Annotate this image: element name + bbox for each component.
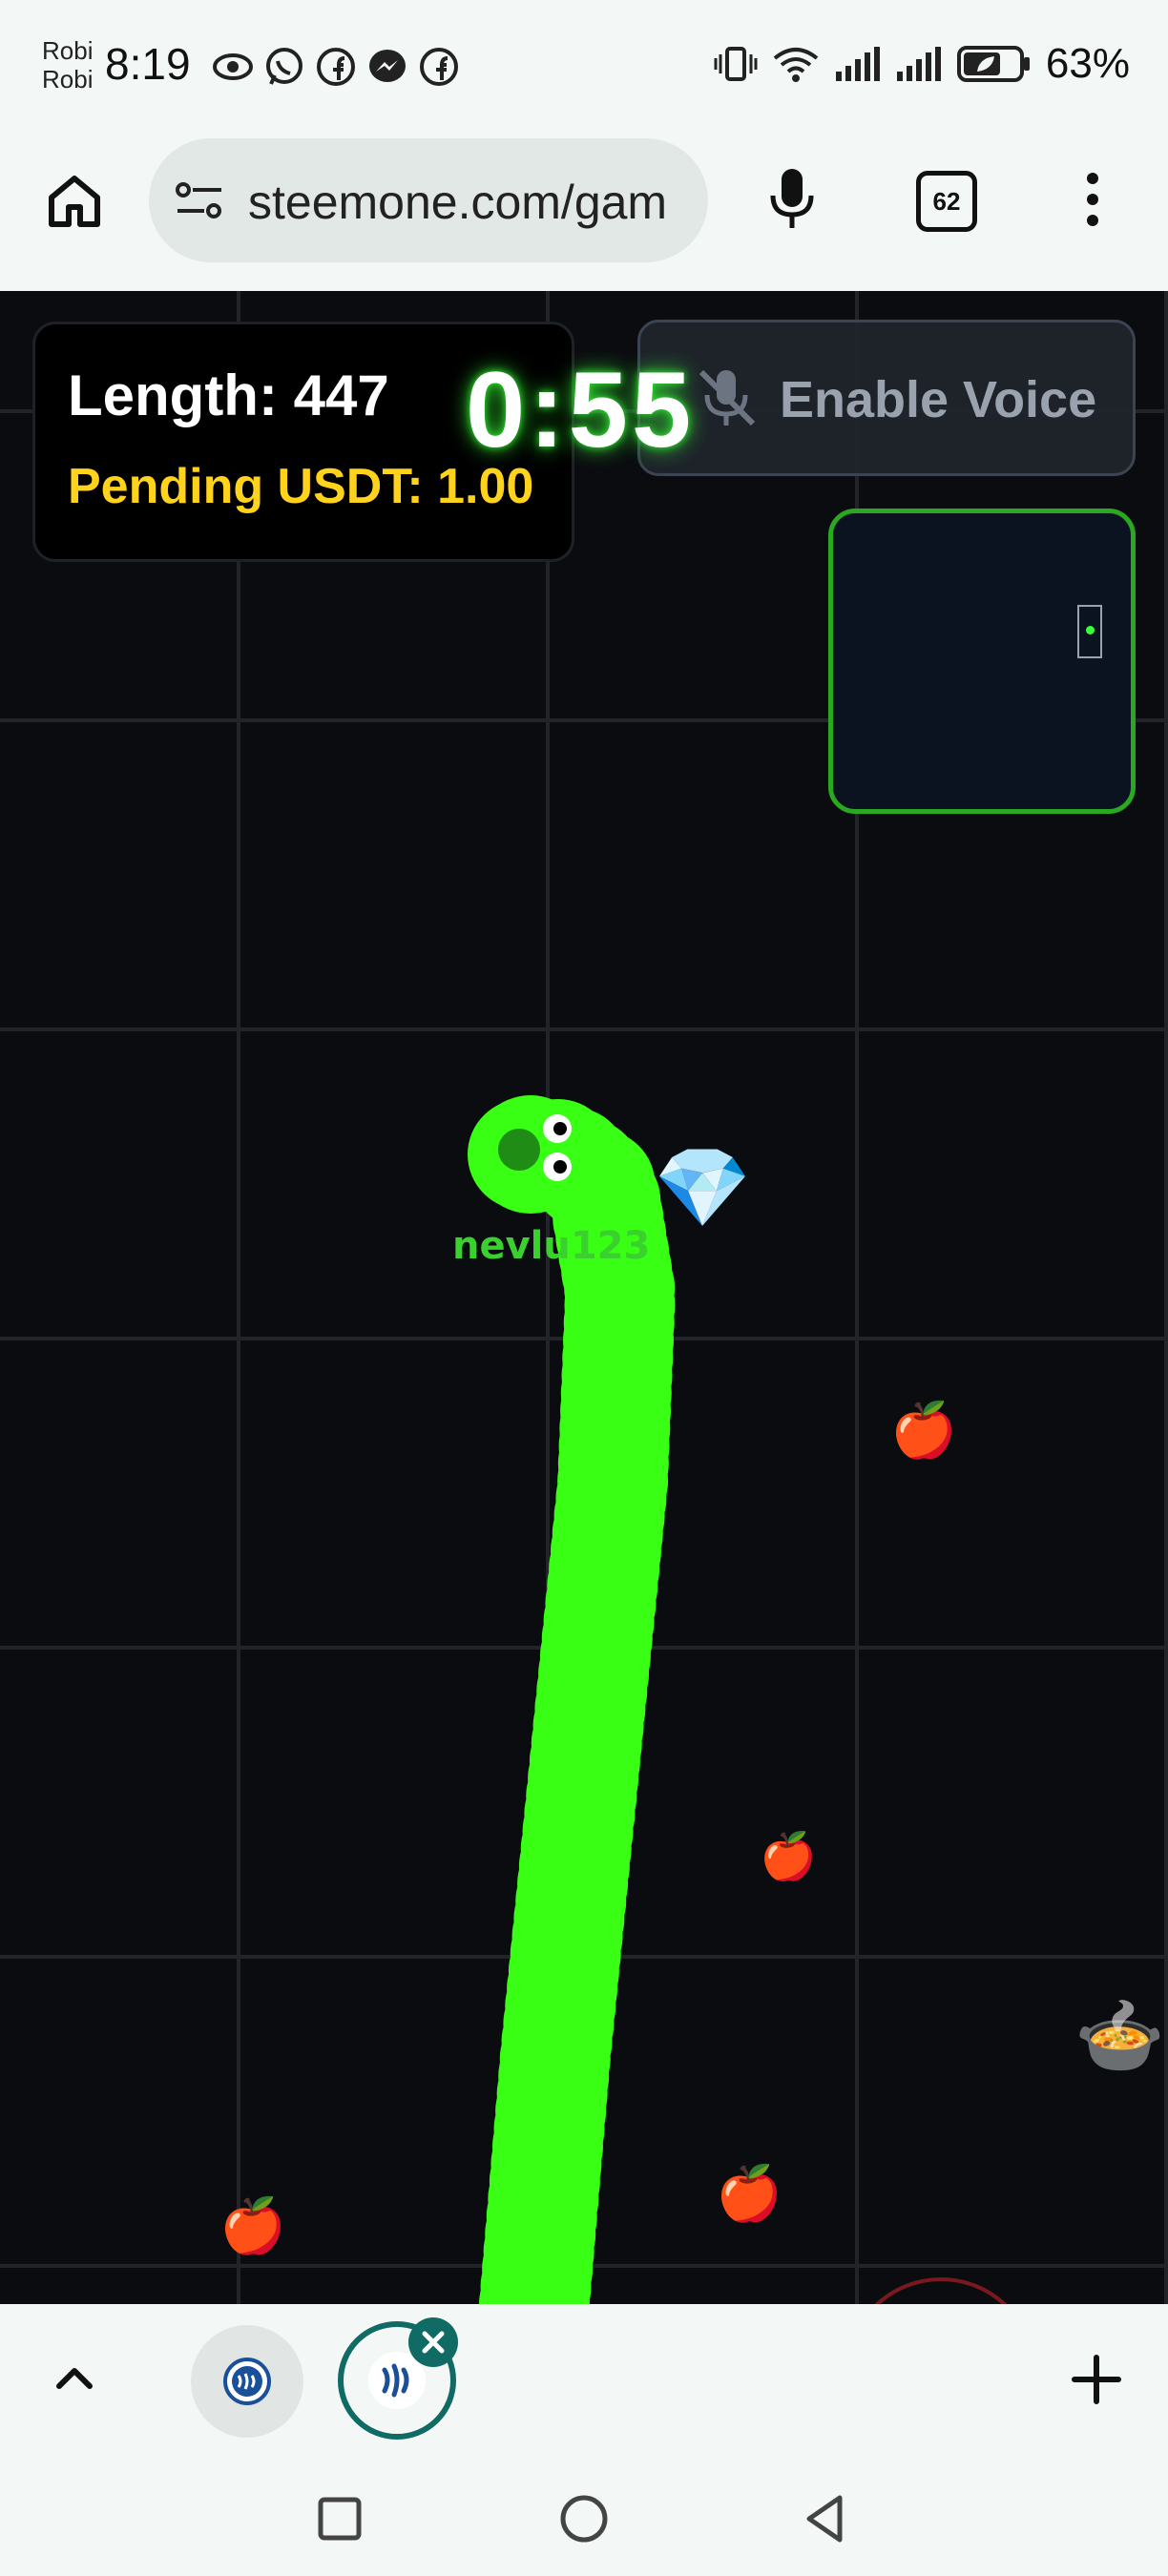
home-button[interactable] bbox=[38, 165, 111, 238]
player-name-label: nevlu123 bbox=[452, 1224, 651, 1268]
facebook-icon bbox=[418, 46, 460, 88]
apple-pickup: 🍎 bbox=[760, 1832, 817, 1882]
mic-off-icon bbox=[699, 369, 756, 426]
length-stat: Length: 447 bbox=[68, 364, 389, 427]
status-bar: Robi Robi 8:19 63% bbox=[0, 0, 1168, 138]
minimap bbox=[828, 509, 1136, 814]
home-icon bbox=[49, 176, 100, 227]
more-menu-button[interactable] bbox=[1069, 163, 1116, 236]
minimap-player-marker bbox=[1077, 605, 1102, 658]
battery-saver-icon bbox=[956, 46, 1030, 82]
system-icons: 63% bbox=[714, 40, 1130, 88]
menu-dot-icon bbox=[1087, 194, 1098, 205]
snake-pupil bbox=[553, 1160, 567, 1174]
enable-voice-label: Enable Voice bbox=[780, 371, 1097, 428]
messenger-icon bbox=[366, 46, 408, 88]
new-tab-plus-icon[interactable] bbox=[1067, 2350, 1126, 2409]
signal-icon bbox=[896, 47, 941, 81]
menu-dot-icon bbox=[1087, 173, 1098, 184]
system-nav-bar bbox=[0, 2452, 1168, 2576]
carrier-label: Robi Robi bbox=[42, 36, 93, 93]
microphone-icon bbox=[770, 169, 814, 228]
steemit-tab-icon bbox=[223, 2358, 271, 2405]
recents-square-icon[interactable] bbox=[311, 2490, 368, 2547]
back-triangle-icon[interactable] bbox=[798, 2490, 855, 2547]
menu-dot-icon bbox=[1087, 215, 1098, 226]
carrier-line-2: Robi bbox=[42, 65, 94, 93]
enable-voice-button[interactable]: Enable Voice bbox=[637, 320, 1136, 476]
chevron-up-icon[interactable] bbox=[48, 2352, 101, 2405]
close-tab-group-button[interactable] bbox=[408, 2317, 458, 2367]
status-clock: 8:19 bbox=[105, 39, 191, 89]
tab-group-strip bbox=[0, 2304, 1168, 2452]
diamond-pickup: 💎 bbox=[654, 1145, 752, 1232]
close-icon bbox=[422, 2331, 445, 2354]
carrier-line-1: Robi bbox=[42, 36, 94, 65]
eye-icon bbox=[212, 46, 254, 88]
snake-head-spot bbox=[498, 1129, 540, 1171]
whatsapp-icon bbox=[263, 46, 305, 88]
round-timer: 0:55 bbox=[466, 350, 696, 469]
apple-pickup: 🍎 bbox=[890, 1400, 957, 1460]
apple-pickup: 🍎 bbox=[716, 2163, 782, 2223]
browser-toolbar: steemone.com/gam 62 bbox=[0, 138, 1168, 291]
notification-icons bbox=[212, 46, 460, 90]
apple-pickup: 🍎 bbox=[219, 2195, 286, 2255]
site-settings-icon[interactable] bbox=[172, 173, 227, 228]
address-bar[interactable]: steemone.com/gam bbox=[149, 138, 708, 262]
battery-percent: 63% bbox=[1045, 40, 1130, 87]
home-circle-icon[interactable] bbox=[555, 2490, 613, 2547]
signal-icon bbox=[835, 47, 880, 81]
food-pot-pickup: 🍲 bbox=[1074, 1996, 1165, 2077]
facebook-icon bbox=[315, 46, 357, 88]
game-canvas[interactable]: nevlu123 💎 🍎 🍎 🍎 🍎 🍲 Length: 447 Pending… bbox=[0, 291, 1168, 2304]
vibrate-icon bbox=[714, 47, 758, 81]
tab-group-steemit[interactable] bbox=[191, 2325, 303, 2438]
wifi-icon bbox=[773, 48, 819, 82]
pending-usdt-stat: Pending USDT: 1.00 bbox=[68, 459, 534, 514]
snake-pupil bbox=[553, 1122, 567, 1135]
url-text[interactable]: steemone.com/gam bbox=[248, 175, 667, 230]
tab-switcher-button[interactable]: 62 bbox=[916, 171, 977, 232]
voice-search-button[interactable] bbox=[756, 163, 828, 236]
